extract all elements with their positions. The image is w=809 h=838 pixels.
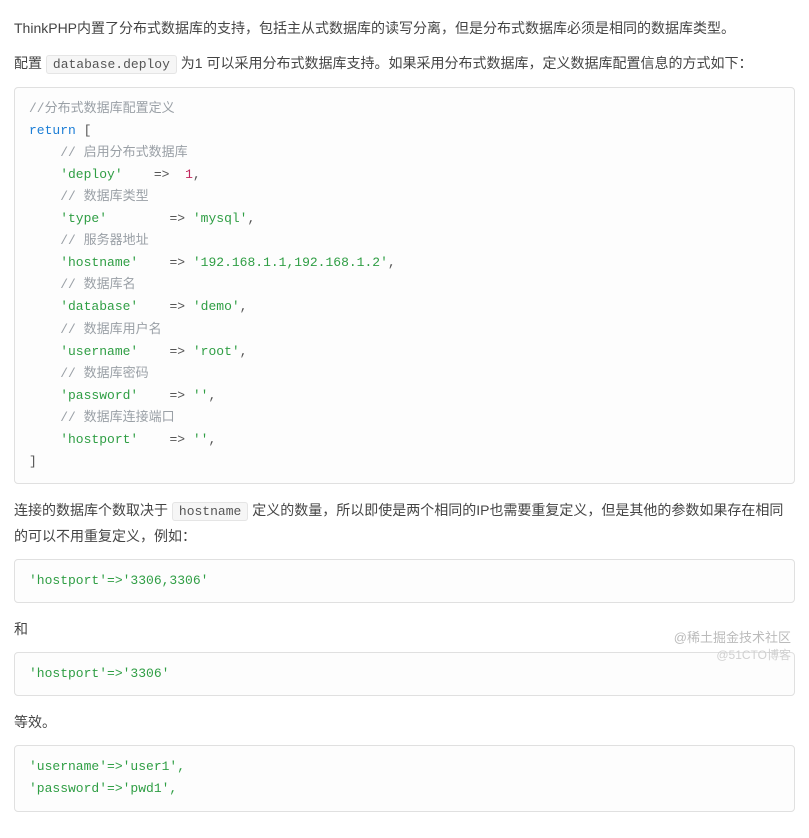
code-key: 'username' <box>29 344 138 359</box>
code-line: 'hostport'=>'3306' <box>29 666 169 681</box>
code-punct: , <box>388 255 396 270</box>
code-arrow: => <box>169 255 185 270</box>
paragraph-config: 配置 database.deploy 为1 可以采用分布式数据库支持。如果采用分… <box>14 51 795 76</box>
code-comment: // 数据库名 <box>29 277 136 292</box>
code-arrow: => <box>169 344 185 359</box>
code-key: 'password' <box>29 388 138 403</box>
code-key: 'hostport' <box>29 432 138 447</box>
code-value: 'mysql' <box>193 211 248 226</box>
text: 等效。 <box>14 714 56 730</box>
code-value: 'demo' <box>193 299 240 314</box>
code-comment: // 数据库用户名 <box>29 322 162 337</box>
code-punct: , <box>240 344 248 359</box>
inline-code-hostname: hostname <box>172 502 248 521</box>
text: 和 <box>14 621 28 637</box>
code-comment: // 数据库连接端口 <box>29 410 175 425</box>
text: 为1 可以采用分布式数据库支持。如果采用分布式数据库，定义数据库配置信息的方式如… <box>177 55 753 71</box>
code-line: 'password'=>'pwd1', <box>29 781 177 796</box>
text: ThinkPHP内置了分布式数据库的支持，包括主从式数据库的读写分离，但是分布式… <box>14 20 735 36</box>
code-punct: [ <box>76 123 92 138</box>
code-punct: ] <box>29 454 37 469</box>
code-punct: , <box>193 167 201 182</box>
text: 连接的数据库个数取决于 <box>14 502 172 518</box>
code-punct: , <box>208 432 216 447</box>
paragraph-intro: ThinkPHP内置了分布式数据库的支持，包括主从式数据库的读写分离，但是分布式… <box>14 16 795 41</box>
code-comment: //分布式数据库配置定义 <box>29 101 175 116</box>
code-key: 'database' <box>29 299 138 314</box>
code-arrow: => <box>169 299 185 314</box>
code-value: '' <box>193 388 209 403</box>
code-key: 'hostname' <box>29 255 138 270</box>
code-punct: , <box>240 299 248 314</box>
code-keyword: return <box>29 123 76 138</box>
code-comment: // 服务器地址 <box>29 233 149 248</box>
code-line: 'username'=>'user1', <box>29 759 185 774</box>
code-arrow: => <box>154 167 170 182</box>
code-comment: // 启用分布式数据库 <box>29 145 188 160</box>
code-arrow: => <box>169 388 185 403</box>
code-value: 'root' <box>193 344 240 359</box>
paragraph-and: 和 <box>14 617 795 642</box>
inline-code-deploy: database.deploy <box>46 55 177 74</box>
code-number: 1 <box>185 167 193 182</box>
code-arrow: => <box>169 432 185 447</box>
code-key: 'deploy' <box>29 167 123 182</box>
code-value: '192.168.1.1,192.168.1.2' <box>193 255 388 270</box>
code-key: 'type' <box>29 211 107 226</box>
text: 配置 <box>14 55 46 71</box>
code-comment: // 数据库类型 <box>29 189 149 204</box>
code-block-userpwd[interactable]: 'username'=>'user1', 'password'=>'pwd1', <box>14 745 795 811</box>
code-punct: , <box>247 211 255 226</box>
code-comment: // 数据库密码 <box>29 366 149 381</box>
paragraph-equiv: 等效。 <box>14 710 795 735</box>
code-block-hostport2[interactable]: 'hostport'=>'3306' <box>14 652 795 696</box>
code-punct: , <box>208 388 216 403</box>
code-block-main[interactable]: //分布式数据库配置定义 return [ // 启用分布式数据库 'deplo… <box>14 87 795 485</box>
code-line: 'hostport'=>'3306,3306' <box>29 573 208 588</box>
code-arrow: => <box>169 211 185 226</box>
code-block-hostport1[interactable]: 'hostport'=>'3306,3306' <box>14 559 795 603</box>
code-value: '' <box>193 432 209 447</box>
paragraph-hostname: 连接的数据库个数取决于 hostname 定义的数量，所以即使是两个相同的IP也… <box>14 498 795 549</box>
